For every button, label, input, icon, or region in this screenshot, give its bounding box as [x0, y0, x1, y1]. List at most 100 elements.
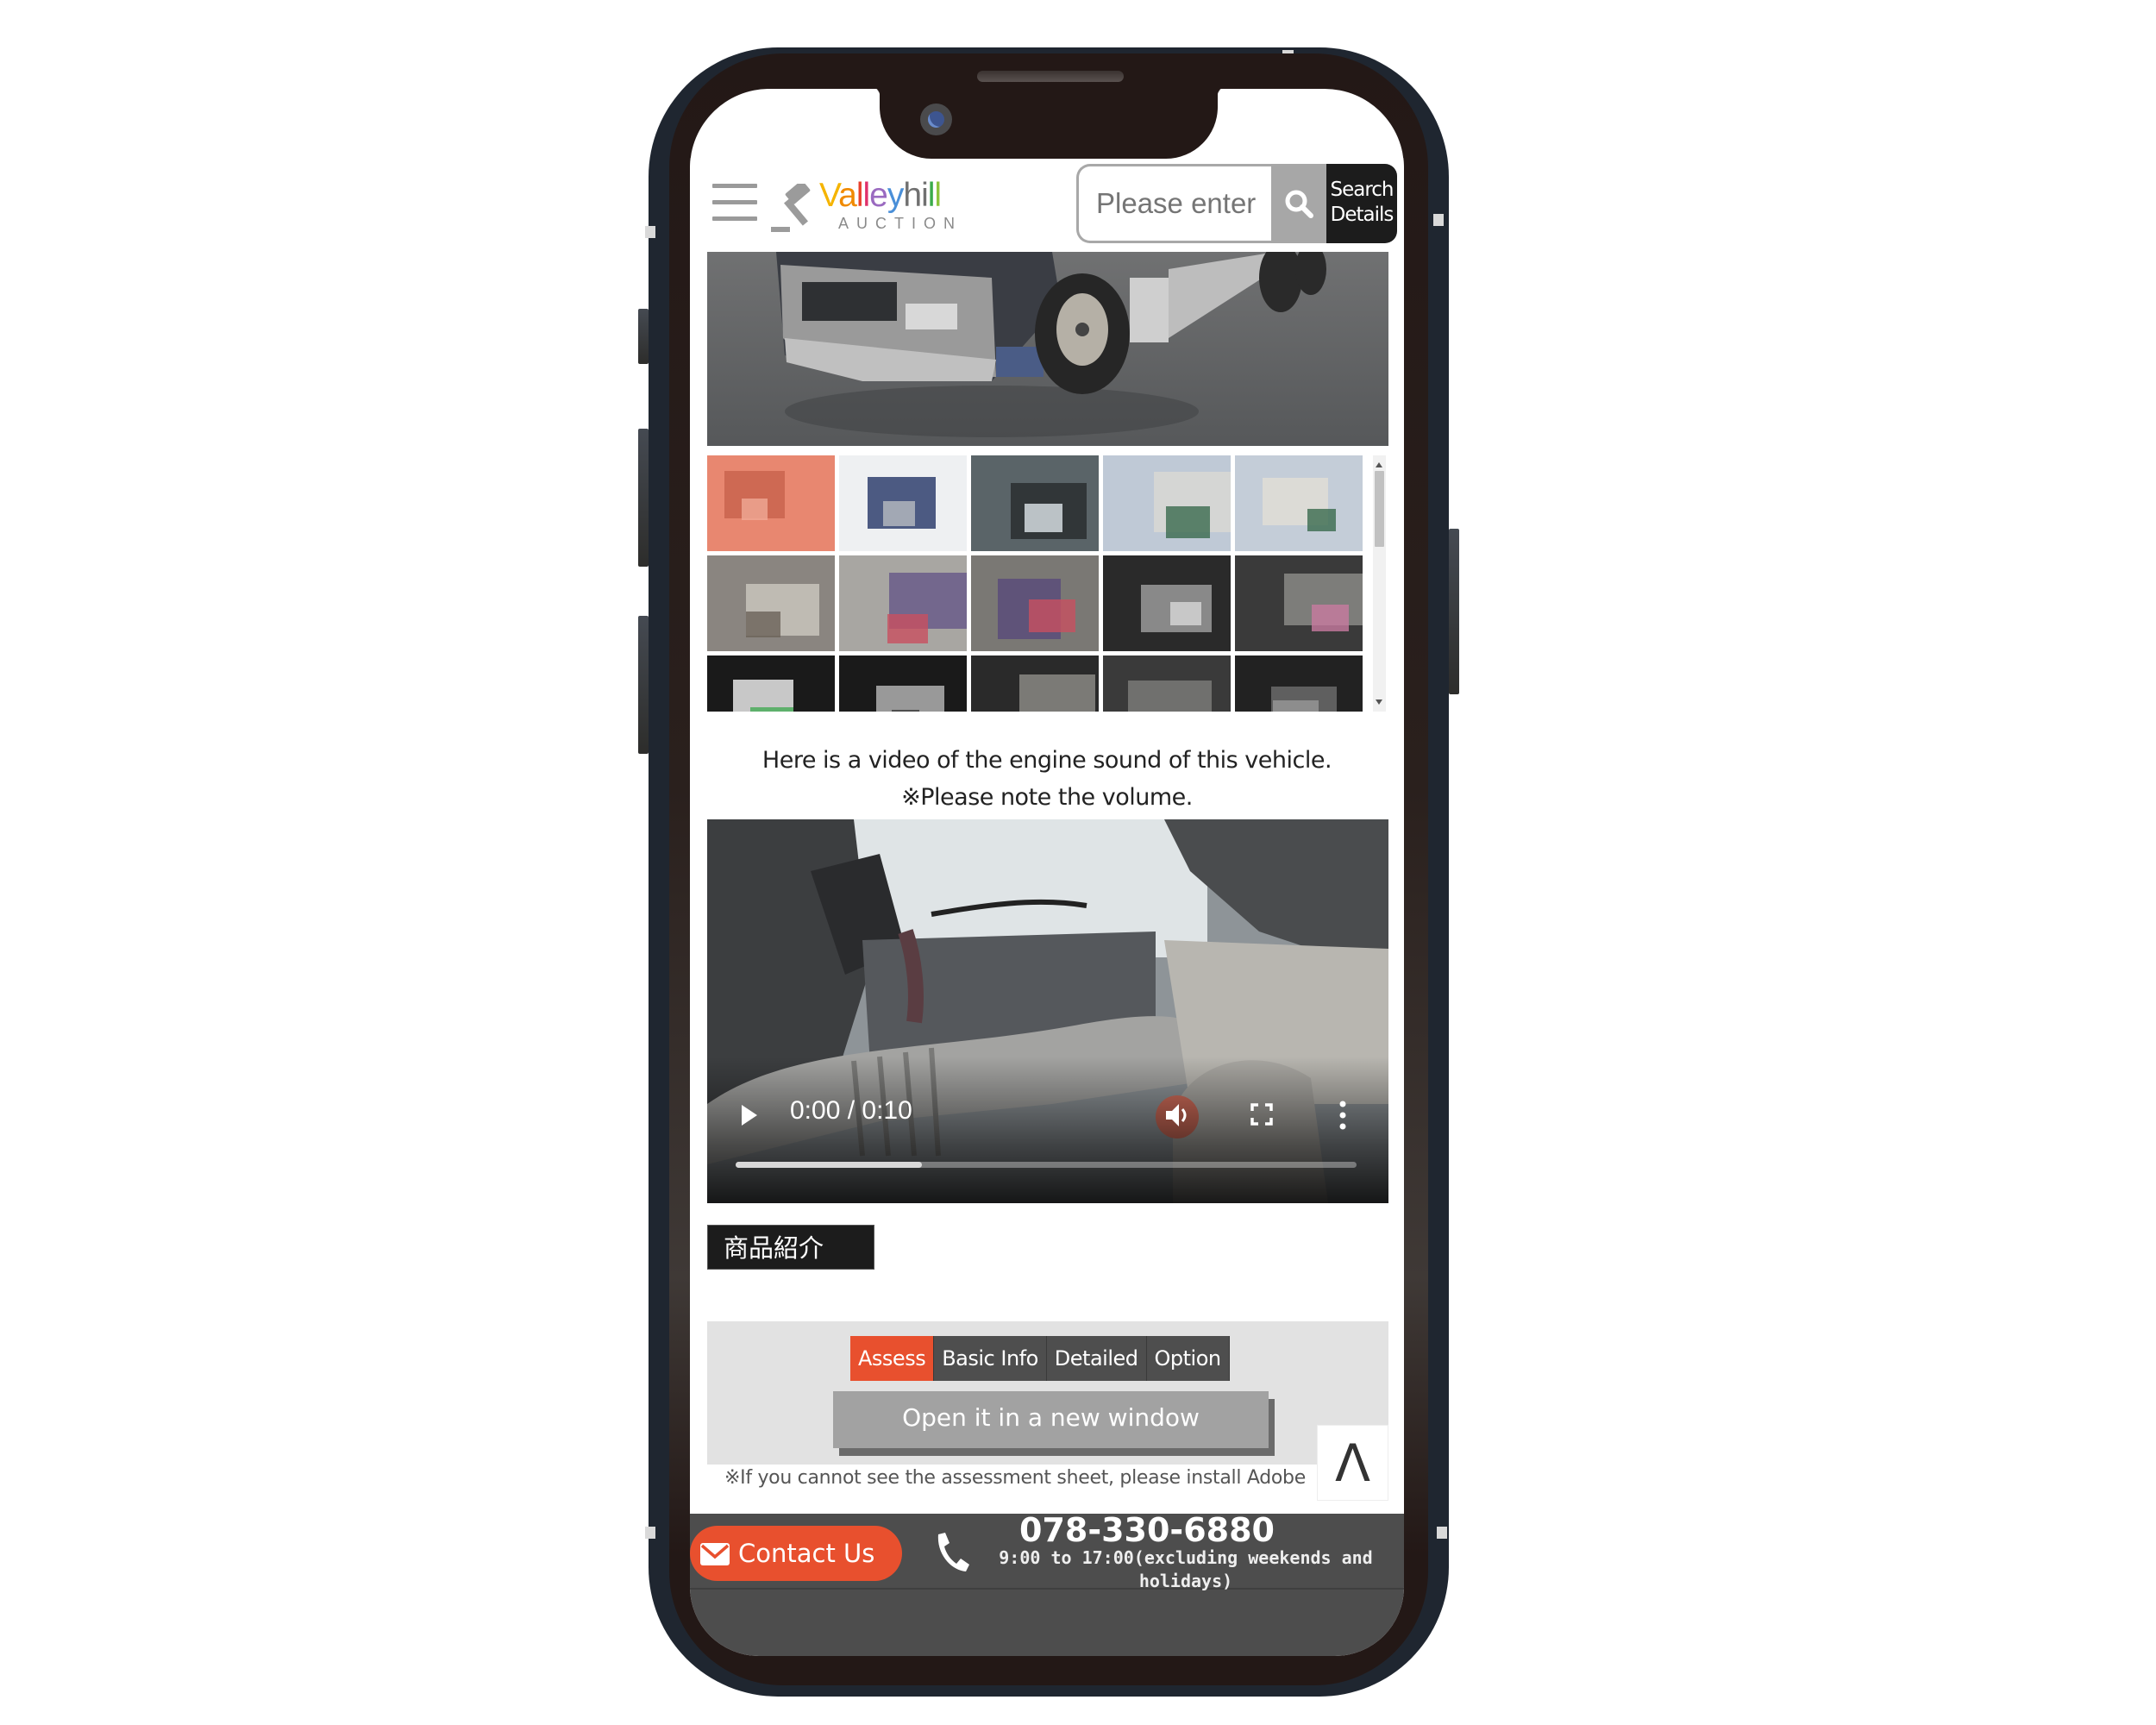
search-details-line1: Search: [1330, 179, 1394, 201]
logo-letter: l: [934, 177, 942, 214]
thumbnail-undercarriage-2[interactable]: [1103, 656, 1231, 712]
antenna-line: [645, 226, 655, 238]
thumbnail-cargo-interior[interactable]: [707, 555, 835, 651]
hamburger-menu-icon[interactable]: [712, 184, 757, 223]
earpiece-speaker: [977, 71, 1124, 82]
thumbnail-image: [1103, 656, 1231, 712]
phone-icon[interactable]: [933, 1531, 971, 1574]
tab-basic-info[interactable]: Basic Info: [934, 1336, 1047, 1381]
engine-video-note: Here is a video of the engine sound of t…: [690, 742, 1404, 816]
thumbnail-image: [971, 656, 1099, 712]
truck-front-image: [707, 252, 1388, 446]
business-hours-line2: holidays): [1138, 1571, 1233, 1591]
video-controls: 0:00 / 0:10: [707, 1057, 1388, 1203]
logo-letter: e: [869, 177, 888, 214]
video-note-line1: Here is a video of the engine sound of t…: [761, 747, 1332, 774]
video-buffered-fill: [736, 1162, 922, 1168]
thumbnail-image: [707, 656, 835, 712]
thumbnail-image: [971, 555, 1099, 651]
assessment-panel: Assess Basic Info Detailed Option Open it i…: [707, 1321, 1388, 1465]
side-button-mute: [638, 309, 649, 364]
gavel-icon: [771, 184, 811, 232]
logo-letter: y: [887, 177, 904, 214]
assessment-tabs: Assess Basic Info Detailed Option: [850, 1336, 1230, 1381]
thumbnail-image: [1103, 555, 1231, 651]
thumbnail-driver-seat[interactable]: [839, 555, 967, 651]
engine-video-player[interactable]: 0:00 / 0:10: [707, 819, 1388, 1203]
phone-screen: Valleyhill AUCTION Search Details: [690, 89, 1404, 1656]
thumbnail-truck-rear-right[interactable]: [1103, 455, 1231, 551]
thumbnail-scrollbar[interactable]: [1373, 455, 1386, 712]
business-hours: 9:00 to 17:00(excluding weekends and hol…: [975, 1546, 1397, 1593]
thumbnail-image: [1235, 455, 1363, 551]
search-button[interactable]: [1271, 164, 1326, 243]
logo-letter: i: [921, 177, 929, 214]
contact-us-label: Contact Us: [738, 1539, 875, 1568]
site-header: Valleyhill AUCTION Search Details: [690, 158, 1404, 253]
logo-letter: h: [903, 177, 922, 214]
fullscreen-icon[interactable]: [1250, 1103, 1273, 1126]
video-note-line2: ※Please note the volume.: [901, 784, 1193, 811]
main-vehicle-photo[interactable]: [707, 252, 1388, 446]
side-button-volume-down: [638, 616, 649, 754]
thumbnail-image: [1103, 455, 1231, 551]
thumbnail-service-parts-id-plate[interactable]: [1103, 555, 1231, 651]
tab-assess[interactable]: Assess: [850, 1336, 935, 1381]
contact-footer: Contact Us 078-330-6880 9:00 to 17:00(ex…: [690, 1511, 1404, 1656]
business-hours-line1: 9:00 to 17:00(excluding weekends and: [999, 1547, 1373, 1568]
side-button-power: [1449, 529, 1459, 694]
video-progress-bar[interactable]: [736, 1162, 1357, 1168]
thumbnail-gallery: [707, 455, 1388, 712]
logo-letter: a: [838, 177, 857, 214]
side-button-volume-up: [638, 429, 649, 567]
logo-wordmark: Valleyhill: [819, 177, 942, 215]
search-details-button[interactable]: Search Details: [1326, 164, 1397, 243]
footer-bar: Contact Us 078-330-6880 9:00 to 17:00(ex…: [690, 1511, 1404, 1593]
more-options-icon[interactable]: [1338, 1100, 1347, 1131]
valleyhill-auction-logo[interactable]: Valleyhill AUCTION: [769, 177, 968, 237]
front-camera: [920, 104, 952, 135]
video-time-display: 0:00 / 0:10: [790, 1096, 912, 1125]
tab-detailed[interactable]: Detailed: [1046, 1336, 1147, 1381]
thumbnail-speedometer[interactable]: [707, 656, 835, 712]
thumbnail-image: [839, 555, 967, 651]
thumbnail-image: [707, 455, 835, 551]
scroll-down-arrow-icon[interactable]: [1376, 699, 1382, 705]
open-new-window-button[interactable]: Open it in a new window: [833, 1391, 1269, 1448]
tab-option[interactable]: Option: [1146, 1336, 1230, 1381]
logo-letter: l: [856, 177, 864, 214]
adobe-install-note: ※If you cannot see the assessment sheet,…: [724, 1467, 1306, 1489]
thumbnail-image: [707, 555, 835, 651]
thumbnail-image: [839, 455, 967, 551]
thumbnail-truck-rear-left[interactable]: [1235, 455, 1363, 551]
thumbnail-passenger-seat[interactable]: [971, 555, 1099, 651]
thumbnail-undercarriage-3[interactable]: [1235, 656, 1363, 712]
scrollbar-thumb[interactable]: [1375, 471, 1384, 547]
thumbnail-windshield[interactable]: [971, 455, 1099, 551]
back-to-top-button[interactable]: Λ: [1317, 1425, 1388, 1501]
volume-icon[interactable]: [1163, 1100, 1194, 1131]
thumbnail-undercarriage-1[interactable]: [971, 656, 1099, 712]
thumbnail-wheel[interactable]: [839, 656, 967, 712]
logo-subtitle: AUCTION: [838, 215, 962, 232]
scroll-up-arrow-icon[interactable]: [1376, 462, 1382, 467]
thumbnail-image: [971, 455, 1099, 551]
thumbnail-grid: [707, 455, 1363, 712]
contact-us-button[interactable]: Contact Us: [690, 1526, 902, 1581]
play-icon[interactable]: [742, 1105, 757, 1126]
antenna-line: [1437, 1527, 1447, 1539]
logo-letter: V: [819, 177, 839, 214]
antenna-line: [645, 1527, 655, 1539]
thumbnail-image: [1235, 656, 1363, 712]
search-details-line2: Details: [1330, 204, 1395, 226]
mail-icon: [700, 1543, 730, 1565]
search-input[interactable]: [1076, 164, 1273, 243]
thumbnail-truck-front-left-selected[interactable]: [707, 455, 835, 551]
thumbnail-truck-front-right[interactable]: [839, 455, 967, 551]
thumbnail-image: [839, 656, 967, 712]
thumbnail-cabin-floor-shifter[interactable]: [1235, 555, 1363, 651]
search-icon: [1285, 190, 1313, 218]
product-intro-heading: 商品紹介: [707, 1225, 874, 1270]
antenna-line: [1433, 214, 1444, 226]
phone-number[interactable]: 078-330-6880: [1018, 1511, 1276, 1549]
